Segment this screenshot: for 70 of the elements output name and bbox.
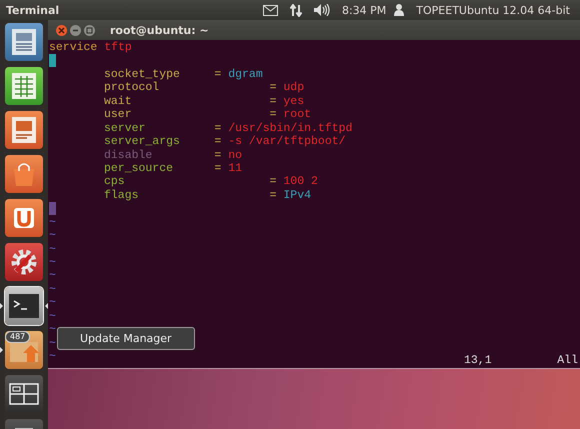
app-name: Terminal <box>6 4 60 16</box>
text-cursor <box>49 202 56 216</box>
empty-line-marker: ~ <box>49 336 56 350</box>
empty-line-marker: ~ <box>49 310 56 324</box>
config-value: 100 2 <box>283 175 318 189</box>
empty-line-marker: ~ <box>49 282 56 296</box>
text-cursor <box>49 54 56 68</box>
config-key: protocol <box>104 81 160 95</box>
config-key: user <box>104 108 132 122</box>
maximize-button[interactable] <box>84 24 95 36</box>
empty-line-marker: ~ <box>49 256 56 270</box>
equals-sign: = <box>270 188 277 202</box>
config-key: wait <box>104 94 132 108</box>
config-key: socket_type <box>104 68 180 82</box>
config-key: server <box>104 122 146 136</box>
user-name[interactable]: TOPEETUbuntu 12.04 64-bit <box>416 4 570 16</box>
config-key: cps <box>104 175 125 189</box>
config-key: flags <box>104 188 139 202</box>
config-value: IPv4 <box>283 188 312 202</box>
mail-icon[interactable] <box>262 4 278 16</box>
scroll-position: All <box>557 354 578 368</box>
launcher-writer-icon[interactable] <box>5 22 43 60</box>
empty-line-marker: ~ <box>49 323 56 337</box>
cursor-position: 13,1 <box>464 354 492 368</box>
launcher-calc-icon[interactable] <box>5 66 43 104</box>
config-value: -s /var/tftpboot/ <box>228 135 346 148</box>
equals-sign: = <box>214 162 222 176</box>
config-value: dgram <box>228 68 263 82</box>
equals-sign: = <box>270 175 277 189</box>
launcher-terminal-icon[interactable] <box>5 286 43 324</box>
config-key: disable <box>104 148 152 162</box>
launcher-impress-icon[interactable] <box>5 110 43 148</box>
config-value: no <box>228 148 242 162</box>
user-icon[interactable] <box>394 4 404 16</box>
config-value: 11 <box>228 162 242 176</box>
empty-line-marker: ~ <box>49 242 56 256</box>
network-icon[interactable] <box>290 4 302 16</box>
launcher-ubuntuone-icon[interactable] <box>5 198 43 236</box>
equals-sign: = <box>214 68 222 82</box>
empty-line-marker: ~ <box>49 296 56 310</box>
config-value: udp <box>283 81 304 95</box>
close-icon <box>58 26 65 34</box>
equals-sign: = <box>214 148 222 162</box>
config-key: server_args <box>104 135 180 148</box>
config-key: per_source <box>104 162 174 176</box>
clock[interactable]: 8:34 PM <box>342 4 386 16</box>
maximize-icon <box>86 26 93 34</box>
empty-line-marker: ~ <box>49 269 56 283</box>
code-keyword: service <box>49 41 98 54</box>
launcher-workspaces-icon[interactable] <box>5 374 43 412</box>
equals-sign: = <box>214 135 222 148</box>
launcher-software-icon[interactable] <box>5 154 43 192</box>
equals-sign: = <box>214 122 222 136</box>
launcher-updates-icon[interactable]: 487 <box>5 330 43 368</box>
config-value: root <box>283 108 312 122</box>
close-button[interactable] <box>56 24 67 36</box>
window-title: root@ubuntu: ~ <box>110 24 209 36</box>
volume-icon[interactable] <box>314 4 330 16</box>
code-identifier: tftp <box>104 41 132 54</box>
empty-line-marker: ~ <box>49 216 56 230</box>
tooltip: Update Manager <box>57 327 195 350</box>
equals-sign: = <box>270 81 277 95</box>
equals-sign: = <box>270 108 277 122</box>
empty-line-marker: ~ <box>49 350 56 364</box>
equals-sign: = <box>270 94 277 108</box>
minimize-button[interactable] <box>70 24 81 36</box>
config-value: yes <box>283 94 304 108</box>
empty-line-marker: ~ <box>49 229 56 243</box>
config-value: /usr/sbin/in.tftpd <box>228 122 352 136</box>
launcher-settings-icon[interactable] <box>5 242 43 280</box>
